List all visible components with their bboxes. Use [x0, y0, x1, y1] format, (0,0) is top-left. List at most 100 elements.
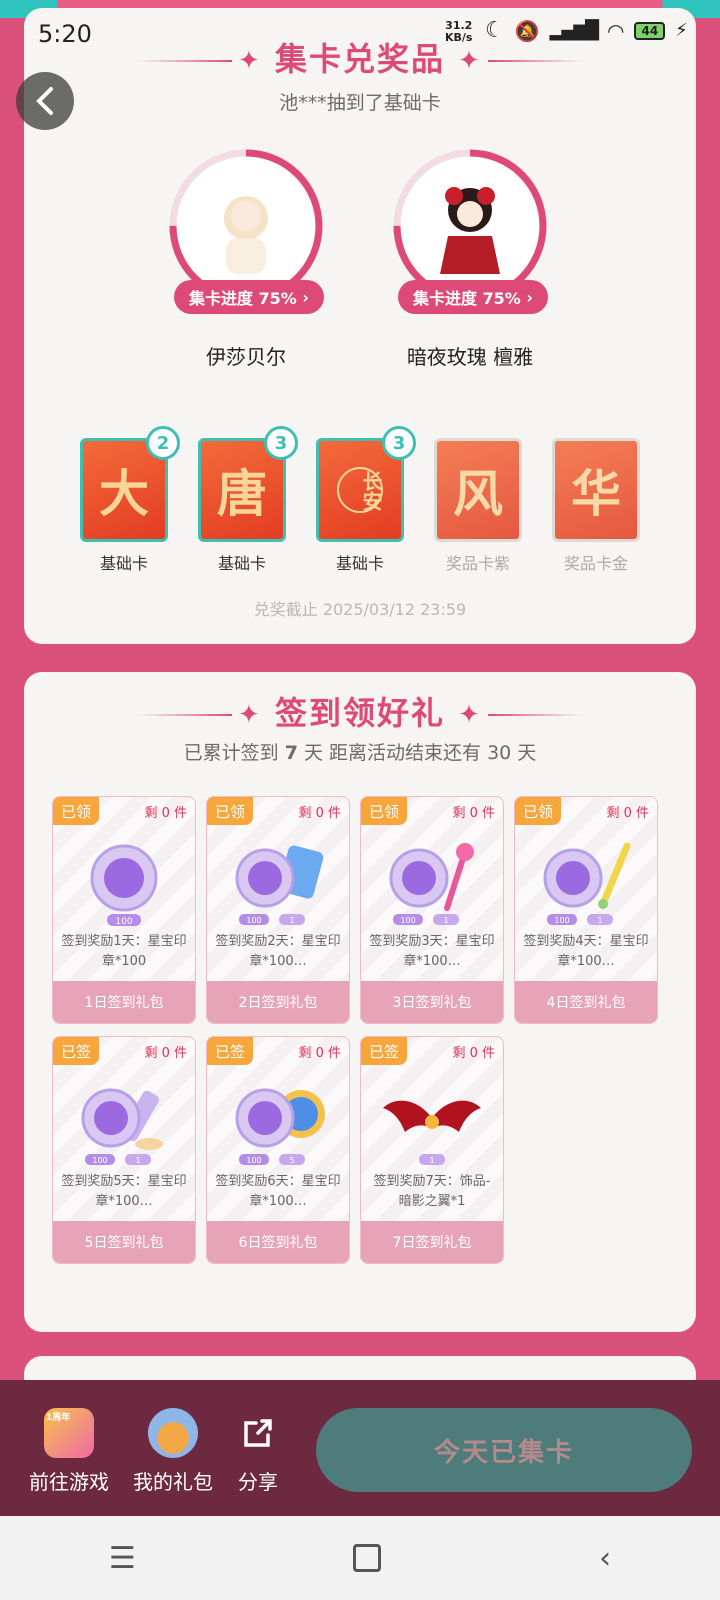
exchange-card: ✦ 集卡兑奖品 ✦ 池***抽到了基础卡 集卡进度 75% › 伊莎贝尔 集卡进…: [24, 8, 696, 644]
gift-desc: 签到奖励5天：星宝印章*100…: [61, 1174, 187, 1209]
game-app-icon: 1周年: [44, 1408, 94, 1458]
card-tang[interactable]: 唐 3 基础卡: [198, 426, 298, 574]
svg-text:5: 5: [289, 1156, 294, 1165]
character-name: 伊莎贝尔: [206, 345, 286, 369]
signin-title-row: ✦ 签到领好礼 ✦: [24, 688, 696, 734]
card-changan[interactable]: 长安 3 基础卡: [316, 426, 416, 574]
card-label: 基础卡: [335, 554, 384, 573]
stock-left: 剩 0 件: [606, 806, 649, 821]
status-time: 5:20: [38, 20, 92, 48]
system-nav-bar: ☰ ‹: [0, 1516, 720, 1600]
stock-left: 剩 0 件: [144, 806, 187, 821]
stamp-and-card-icon: 100 1: [207, 833, 349, 933]
gift-footer: 5日签到礼包: [53, 1221, 195, 1263]
svg-text:1: 1: [135, 1156, 140, 1165]
claimed-tag: 已领: [361, 797, 407, 825]
progress-pill[interactable]: 集卡进度 75% ›: [174, 280, 324, 314]
gift-desc: 签到奖励7天：饰品-暗影之翼*1: [373, 1174, 491, 1209]
stock-left: 剩 0 件: [298, 806, 341, 821]
bottom-action-bar: 1周年 前往游戏 我的礼包 分享 今天已集卡: [0, 1380, 720, 1516]
progress-pill[interactable]: 集卡进度 75% ›: [398, 280, 548, 314]
charging-icon: ⚡: [675, 20, 688, 41]
shadow-wings-icon: 1: [361, 1073, 503, 1173]
days-signed: 7: [284, 742, 298, 764]
card-label: 奖品卡紫: [445, 554, 510, 573]
svg-text:100: 100: [115, 917, 132, 927]
anniversary-badge: 1周年: [46, 1413, 71, 1423]
sparkle-icon: ✦: [238, 700, 262, 730]
back-nav-icon[interactable]: ‹: [599, 1541, 611, 1576]
card-label: 基础卡: [99, 554, 148, 573]
bell-off-icon: 🔕: [514, 18, 540, 43]
status-bar: 5:20 31.2 KB/s ☾ 🔕 ▂▄▆█ ◠ 44 ⚡: [0, 0, 720, 64]
wifi-icon: ◠: [607, 18, 625, 43]
my-gifts-label: 我的礼包: [133, 1470, 213, 1494]
card-feng[interactable]: 风 奖品卡紫: [434, 438, 522, 574]
stock-left: 剩 0 件: [452, 806, 495, 821]
claimed-tag: 已领: [53, 797, 99, 825]
gift-footer: 7日签到礼包: [361, 1221, 503, 1263]
gift-day-4[interactable]: 已领 剩 0 件 100 1 签到奖励4天：星宝印章*100… 4日签到礼包: [514, 796, 658, 1024]
gift-desc: 签到奖励4天：星宝印章*100…: [523, 934, 649, 969]
back-button[interactable]: [16, 72, 74, 130]
gift-footer: 4日签到礼包: [515, 981, 657, 1023]
gift-day-3[interactable]: 已领 剩 0 件 100 1 签到奖励3天：星宝印章*100… 3日签到礼包: [360, 796, 504, 1024]
svg-text:100: 100: [246, 1156, 261, 1165]
signed-tag: 已签: [207, 1037, 253, 1065]
gift-desc: 签到奖励6天：星宝印章*100…: [215, 1174, 341, 1209]
home-icon[interactable]: [353, 1544, 382, 1572]
gift-desc: 签到奖励1天：星宝印章*100: [61, 934, 187, 969]
gift-day-6[interactable]: 已签 剩 0 件 100 5 签到奖励6天：星宝印章*100… 6日签到礼包: [206, 1036, 350, 1264]
svg-text:100: 100: [400, 916, 415, 925]
gift-footer: 6日签到礼包: [207, 1221, 349, 1263]
gift-day-7[interactable]: 已签 剩 0 件 1 签到奖励7天：饰品-暗影之翼*1 7日签到礼包: [360, 1036, 504, 1264]
card-da[interactable]: 大 2 基础卡: [80, 426, 180, 574]
character-isabel[interactable]: 集卡进度 75% › 伊莎贝尔: [166, 146, 326, 369]
collect-today-button[interactable]: 今天已集卡: [316, 1408, 692, 1492]
stamp-icon: 100: [53, 833, 195, 933]
card-count-badge: 2: [146, 426, 180, 460]
stock-left: 剩 0 件: [452, 1046, 495, 1061]
gift-day-1[interactable]: 已领 剩 0 件 100 签到奖励1天：星宝印章*100 1日签到礼包: [52, 796, 196, 1024]
changan-seal: 长安: [337, 467, 383, 513]
menu-icon[interactable]: ☰: [109, 1541, 136, 1576]
card-hua[interactable]: 华 奖品卡金: [552, 438, 640, 574]
character-tanya[interactable]: 集卡进度 75% › 暗夜玫瑰 檀雅: [390, 146, 550, 369]
signin-title: 签到领好礼: [274, 694, 445, 732]
signed-tag: 已签: [53, 1037, 99, 1065]
exchange-deadline: 兑奖截止 2025/03/12 23:59: [253, 600, 467, 619]
draw-ticker: 池***抽到了基础卡: [279, 92, 441, 114]
status-icons: ☾ 🔕 ▂▄▆█ ◠ 44 ⚡: [485, 18, 688, 43]
share-icon: [233, 1408, 283, 1458]
my-gifts-button[interactable]: 我的礼包: [128, 1408, 218, 1495]
svg-text:1: 1: [289, 916, 294, 925]
signin-card: ✦ 签到领好礼 ✦ 已累计签到 7 天 距离活动结束还有 30 天 已领 剩 0…: [24, 672, 696, 1332]
svg-text:1: 1: [443, 916, 448, 925]
net-speed: 31.2 KB/s: [445, 19, 473, 44]
card-count-badge: 3: [382, 426, 416, 460]
card-label: 基础卡: [217, 554, 266, 573]
gift-day-2[interactable]: 已领 剩 0 件 100 1 签到奖励2天：星宝印章*100… 2日签到礼包: [206, 796, 350, 1024]
card-tile: 风: [434, 438, 522, 542]
signal-icon: ▂▄▆█: [549, 20, 599, 41]
stamp-and-coin-icon: 100 5: [207, 1073, 349, 1173]
card-tile: 华: [552, 438, 640, 542]
battery-icon: 44: [634, 21, 666, 40]
signed-tag: 已签: [361, 1037, 407, 1065]
stock-left: 剩 0 件: [298, 1046, 341, 1061]
go-game-label: 前往游戏: [29, 1470, 109, 1494]
gift-day-5[interactable]: 已签 剩 0 件 100 1 签到奖励5天：星宝印章*100… 5日签到礼包: [52, 1036, 196, 1264]
svg-text:100: 100: [246, 916, 261, 925]
share-label: 分享: [238, 1470, 278, 1494]
claimed-tag: 已领: [207, 797, 253, 825]
share-button[interactable]: 分享: [213, 1408, 303, 1495]
sparkle-icon: ✦: [458, 700, 482, 730]
svg-text:1: 1: [597, 916, 602, 925]
character-name: 暗夜玫瑰 檀雅: [406, 345, 534, 369]
card-label: 奖品卡金: [563, 554, 628, 573]
go-game-button[interactable]: 1周年 前往游戏: [24, 1408, 114, 1495]
gift-footer: 1日签到礼包: [53, 981, 195, 1023]
gift-desc: 签到奖励2天：星宝印章*100…: [215, 934, 341, 969]
svg-text:100: 100: [554, 916, 569, 925]
moon-icon: ☾: [485, 18, 505, 43]
